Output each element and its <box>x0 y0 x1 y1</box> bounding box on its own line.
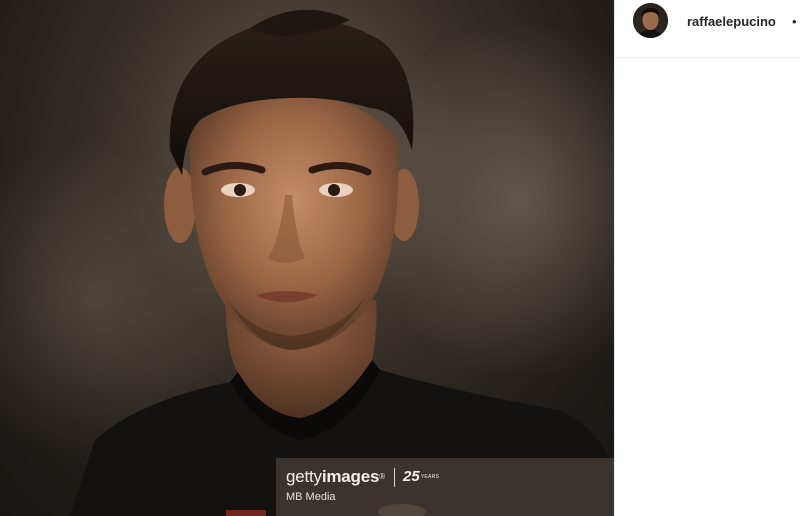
getty-images-watermark: gettyimages® 25YEARS MB Media <box>276 458 614 516</box>
getty-25-years-badge: 25YEARS <box>403 468 440 485</box>
avatar-image <box>633 3 668 38</box>
player-portrait-image <box>0 9 614 516</box>
getty-images-logo: gettyimages® <box>286 467 385 486</box>
post-header: raffaelepucino • <box>615 0 800 58</box>
post-sidebar: raffaelepucino • <box>614 0 800 516</box>
separator-dot: • <box>792 14 797 29</box>
post-photo[interactable]: gettyimages® 25YEARS MB Media <box>0 0 614 516</box>
username-link[interactable]: raffaelepucino <box>687 14 776 30</box>
watermark-divider <box>394 468 395 487</box>
user-avatar[interactable] <box>633 3 668 38</box>
instagram-post-view: gettyimages® 25YEARS MB Media raffaelepu… <box>0 0 800 516</box>
photo-credit: MB Media <box>286 491 336 503</box>
